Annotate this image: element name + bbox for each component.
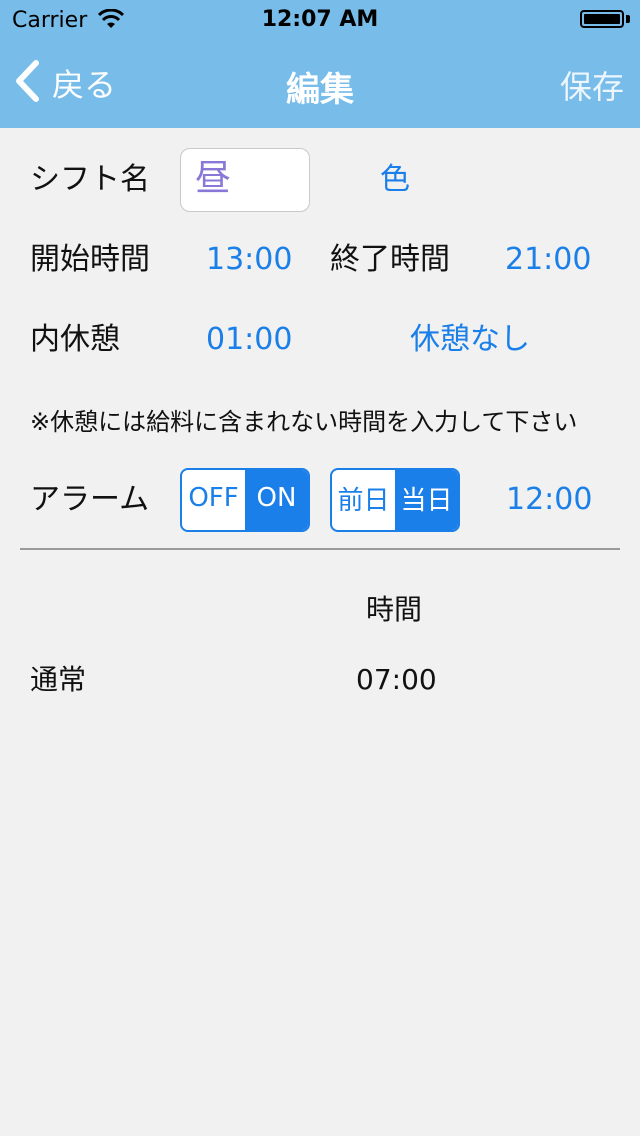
battery-tip: [626, 15, 630, 23]
section-divider: [20, 548, 620, 550]
start-time-button[interactable]: 13:00: [206, 240, 292, 280]
status-time: 12:07 AM: [261, 7, 379, 32]
alarm-prev-day-segment[interactable]: 前日: [332, 470, 395, 530]
shift-name-field[interactable]: 昼: [180, 148, 310, 212]
save-button[interactable]: 保存: [560, 62, 624, 108]
battery-level: [584, 14, 620, 24]
end-time-button[interactable]: 21:00: [505, 240, 591, 280]
shift-name-label: シフト名: [30, 162, 150, 197]
summary-row-value: 07:00: [356, 663, 437, 696]
summary-header: 時間: [366, 593, 423, 626]
alarm-toggle: OFF ON: [180, 468, 310, 532]
color-button[interactable]: 色: [380, 160, 410, 200]
alarm-day-toggle: 前日 当日: [330, 468, 460, 532]
alarm-label: アラーム: [30, 482, 150, 517]
break-label: 内休憩: [30, 322, 120, 357]
alarm-same-day-segment[interactable]: 当日: [395, 470, 458, 530]
alarm-off-segment[interactable]: OFF: [182, 470, 245, 530]
break-note: ※休憩には給料に含まれない時間を入力して下さい: [30, 408, 578, 436]
navigation-bar: Carrier 12:07 AM 戻る 編集 保存: [0, 0, 640, 128]
summary-row-label: 通常: [30, 663, 87, 696]
alarm-on-segment[interactable]: ON: [245, 470, 308, 530]
status-bar: Carrier 12:07 AM: [0, 0, 640, 40]
break-time-button[interactable]: 01:00: [206, 320, 292, 360]
start-time-label: 開始時間: [30, 242, 150, 277]
page-title: 編集: [286, 70, 354, 110]
alarm-time-button[interactable]: 12:00: [506, 480, 592, 520]
no-break-button[interactable]: 休憩なし: [410, 320, 530, 360]
battery-icon: [580, 10, 624, 28]
end-time-label: 終了時間: [330, 242, 450, 277]
